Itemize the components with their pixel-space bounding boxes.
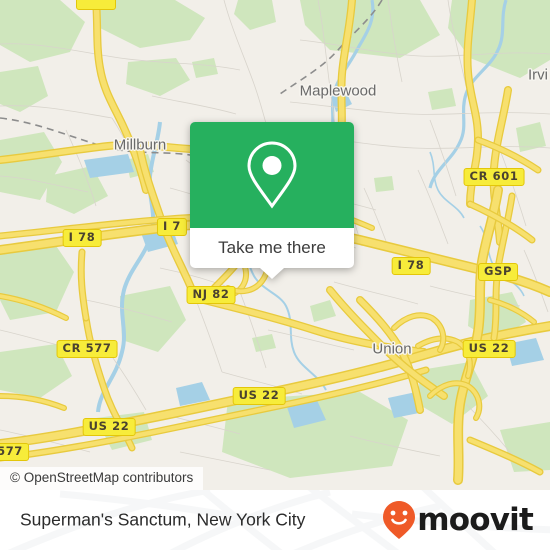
road-shield: GSP — [478, 263, 518, 281]
moovit-smiley-pin-icon — [383, 501, 416, 539]
moovit-wordmark: moovit — [417, 501, 534, 538]
road-shield: NJ 82 — [186, 286, 236, 304]
take-me-there-label: Take me there — [218, 238, 326, 257]
road-shield: CR 601 — [463, 168, 525, 186]
osm-attribution[interactable]: © OpenStreetMap contributors — [0, 467, 204, 490]
take-me-there-button[interactable]: Take me there — [190, 228, 354, 279]
road-shield: I 7 — [156, 218, 188, 236]
popup-pin-area — [190, 122, 354, 228]
popup-tail — [260, 268, 284, 279]
place-label: Union — [372, 340, 412, 358]
road-shield: US 22 — [232, 387, 286, 405]
map-pin-icon — [247, 141, 297, 209]
moovit-brand[interactable]: moovit — [382, 500, 534, 540]
location-title: Superman's Sanctum, New York City — [20, 509, 306, 530]
road-shield: US 22 — [82, 418, 136, 436]
moovit-location-card: .land { fill:#f2efe9; } .park { fill:#cf… — [0, 0, 550, 550]
road-shield: US 22 — [462, 340, 516, 358]
location-popup-card[interactable]: Take me there — [190, 122, 354, 279]
map-canvas[interactable]: .land { fill:#f2efe9; } .park { fill:#cf… — [0, 0, 550, 490]
road-shield — [76, 0, 116, 10]
place-label: Millburn — [113, 136, 167, 154]
footer-bar: Superman's Sanctum, New York City moovit — [0, 490, 550, 550]
road-shield: 577 — [0, 443, 29, 461]
road-shield: I 78 — [391, 257, 431, 275]
road-shield: I 78 — [62, 229, 102, 247]
place-label: Irvi — [528, 66, 548, 84]
road-shield: CR 577 — [56, 340, 118, 358]
place-label: Maplewood — [299, 82, 377, 100]
